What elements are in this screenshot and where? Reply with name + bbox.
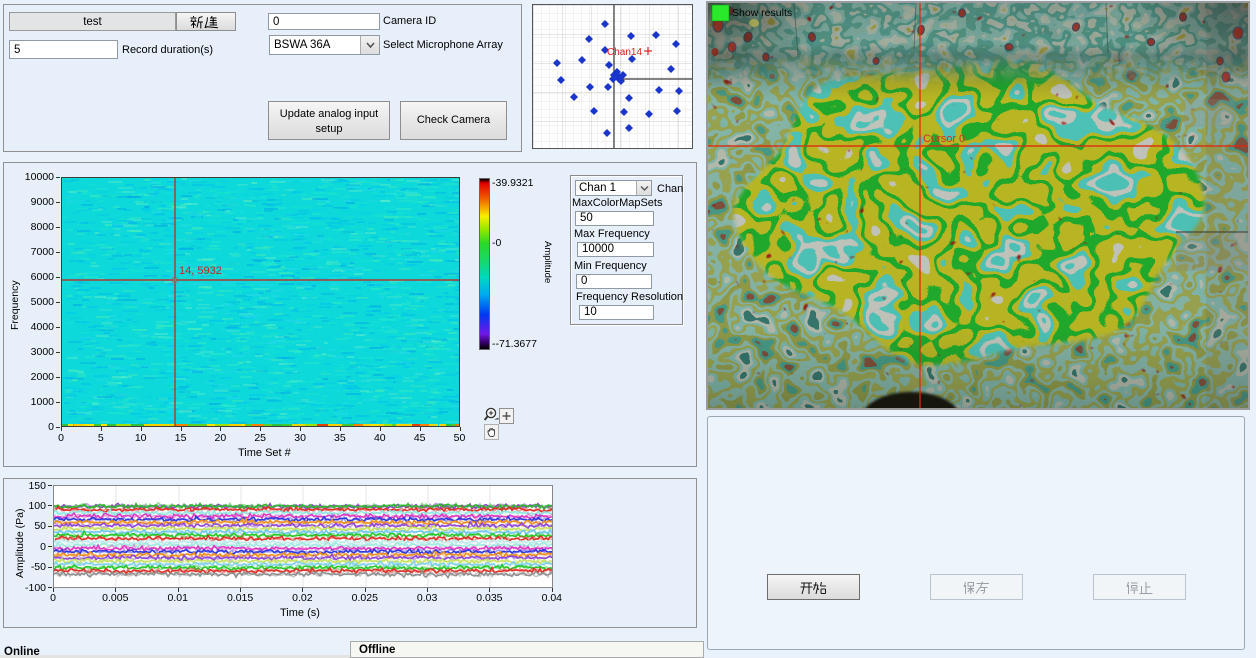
svg-text:Show results: Show results (732, 7, 792, 19)
svg-text:14, 5932: 14, 5932 (179, 265, 222, 277)
svg-text:Cursor 0: Cursor 0 (923, 133, 965, 145)
svg-text:Chan14: Chan14 (607, 47, 642, 58)
